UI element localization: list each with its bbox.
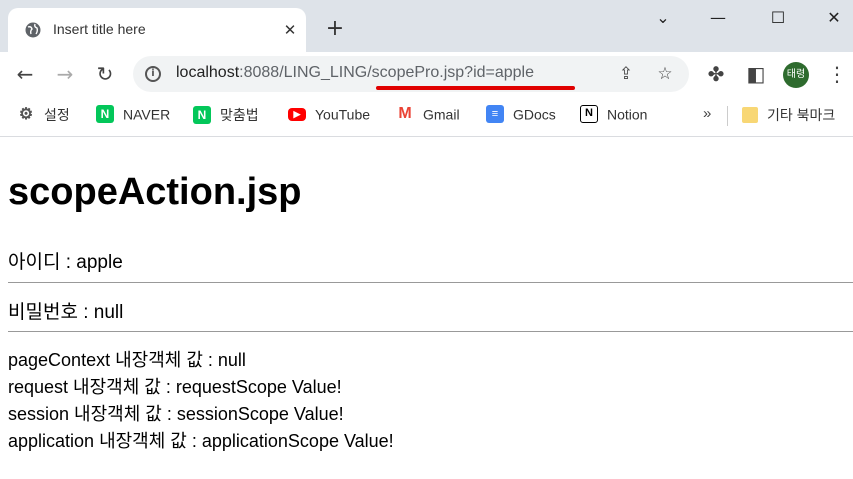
gmail-icon: M <box>398 105 412 123</box>
bookmarks-bar: ⚙ 설정 N NAVER N 맞춤법 ▶ YouTube M Gmail ≡ GDocs N… <box>0 96 853 137</box>
naver-icon: N <box>96 105 114 124</box>
naver-icon: N <box>193 106 211 124</box>
bookmark-spelling[interactable]: N 맞춤법 <box>193 105 259 125</box>
bookmark-gmail[interactable]: M Gmail <box>396 105 459 125</box>
bookmark-star-icon[interactable]: ☆ <box>655 64 675 84</box>
menu-icon[interactable]: ⋮ <box>825 62 849 86</box>
forward-icon[interactable]: → <box>53 62 77 86</box>
session-line: session 내장객체 값 : sessionScope Value! <box>8 404 344 424</box>
id-line: 아이디 : apple <box>8 252 123 273</box>
bookmark-gdocs[interactable]: ≡ GDocs <box>486 105 556 125</box>
address-bar[interactable]: i localhost:8088/LING_LING/scopePro.jsp?… <box>133 56 689 92</box>
divider <box>8 331 853 332</box>
red-underline-annotation <box>376 86 575 90</box>
youtube-icon: ▶ <box>288 107 306 121</box>
reload-icon[interactable]: ↻ <box>93 62 117 86</box>
globe-icon <box>25 22 41 38</box>
bookmark-youtube[interactable]: ▶ YouTube <box>288 105 370 125</box>
share-icon[interactable]: ⇪ <box>616 64 636 84</box>
bookmarks-divider <box>727 106 728 126</box>
side-panel-icon[interactable]: ◧ <box>744 62 768 86</box>
browser-tab[interactable]: Insert title here ✕ <box>8 8 306 52</box>
minimize-button[interactable]: — <box>706 6 730 30</box>
password-line: 비밀번호 : null <box>8 302 124 323</box>
url-text[interactable]: localhost:8088/LING_LING/scopePro.jsp?id… <box>176 64 534 82</box>
tab-search-icon[interactable]: ⌄ <box>651 6 675 30</box>
tab-close-icon[interactable]: ✕ <box>280 20 300 40</box>
close-window-button[interactable]: ✕ <box>822 6 846 30</box>
tab-title: Insert title here <box>53 21 146 37</box>
gdocs-icon: ≡ <box>486 105 504 124</box>
url-path: :8088/LING_LING/scopePro.jsp?id=apple <box>239 64 535 81</box>
folder-icon <box>742 107 758 123</box>
divider <box>8 282 853 283</box>
page-title: scopeAction.jsp <box>8 171 302 213</box>
bookmark-notion[interactable]: N Notion <box>580 105 647 125</box>
avatar[interactable]: 태령 <box>783 62 809 88</box>
tab-strip: Insert title here ✕ + ⌄ — ☐ ✕ <box>0 0 853 52</box>
new-tab-button[interactable]: + <box>323 17 347 41</box>
request-line: request 내장객체 값 : requestScope Value! <box>8 377 342 397</box>
notion-icon: N <box>580 105 598 124</box>
bookmark-naver[interactable]: N NAVER <box>96 105 170 125</box>
page-context-line: pageContext 내장객체 값 : null <box>8 350 246 370</box>
bookmark-settings[interactable]: ⚙ 설정 <box>17 105 70 125</box>
extensions-icon[interactable]: ✤ <box>704 62 728 86</box>
browser-toolbar: ← → ↻ i localhost:8088/LING_LING/scopePr… <box>0 52 853 96</box>
back-icon[interactable]: ← <box>13 62 37 86</box>
maximize-button[interactable]: ☐ <box>766 6 790 30</box>
url-host: localhost <box>176 64 240 81</box>
bookmark-other[interactable]: 기타 북마크 <box>742 105 835 125</box>
more-bookmarks-icon[interactable]: » <box>703 105 711 125</box>
gear-icon: ⚙ <box>18 106 34 123</box>
site-info-icon[interactable]: i <box>145 66 161 82</box>
application-line: application 내장객체 값 : applicationScope Va… <box>8 431 394 451</box>
